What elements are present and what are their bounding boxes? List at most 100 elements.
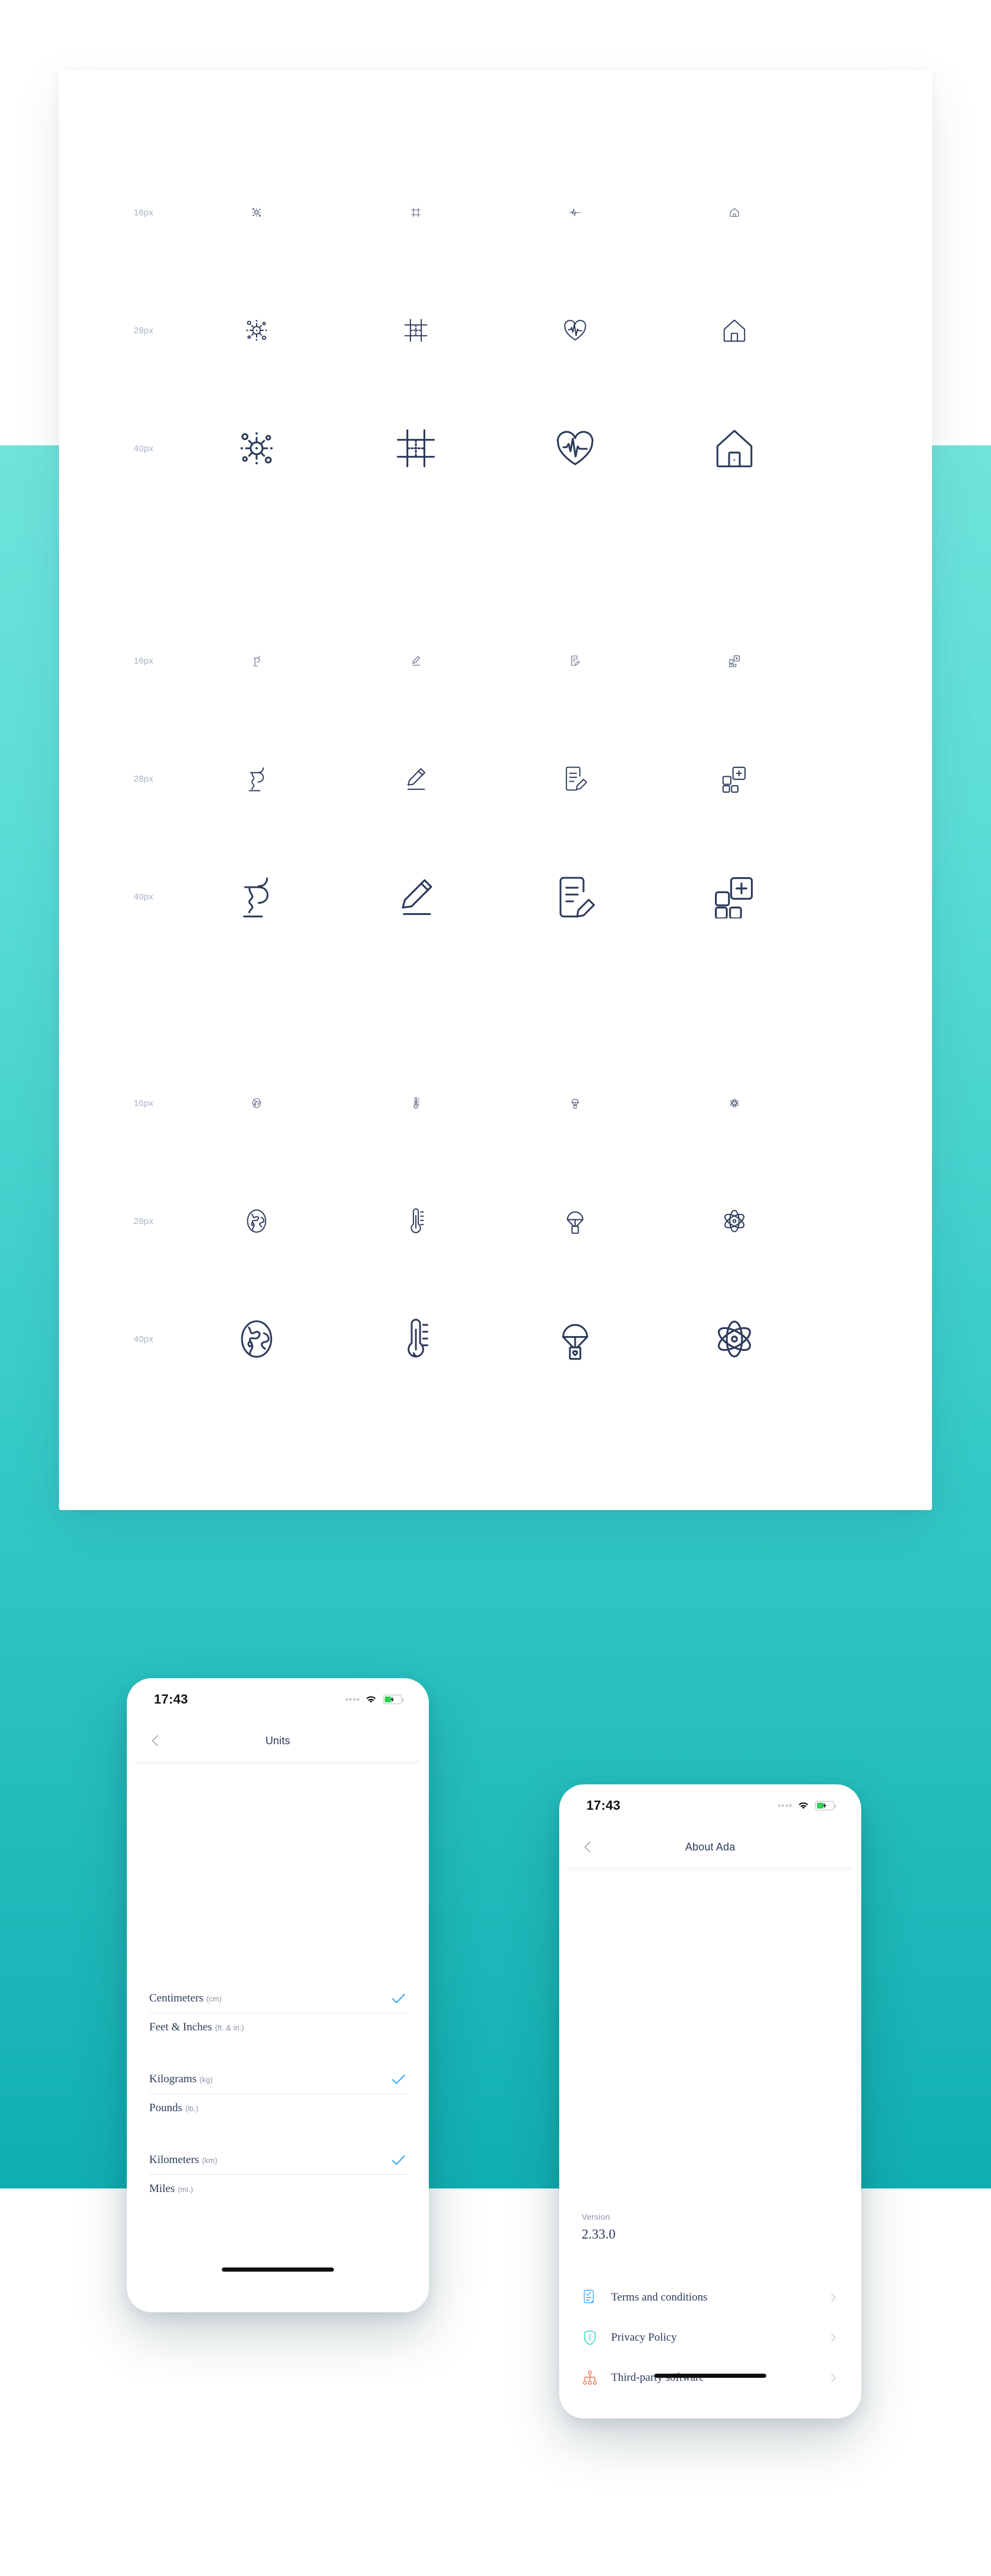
pulse-icon[interactable] — [496, 206, 655, 218]
virus-icon[interactable] — [177, 427, 336, 470]
unit-label-wrap: Pounds (lb.) — [149, 2102, 198, 2115]
unit-name: Kilometers — [149, 2154, 199, 2166]
icon-row-28px: 28px — [59, 271, 932, 389]
thermometer-icon[interactable] — [336, 1206, 496, 1236]
heart-pulse-icon[interactable] — [496, 427, 655, 470]
icon-row-16px: 16px — [59, 1044, 932, 1162]
unit-abbr: (mi.) — [178, 2185, 193, 2194]
grid-plus-icon[interactable] — [655, 875, 814, 918]
list-item[interactable]: Kilograms (kg) — [149, 2065, 406, 2093]
units-list: Centimeters (cm) Feet & Inches (ft. & in.) — [127, 1984, 429, 2227]
unit-label-wrap: Kilograms (kg) — [149, 2073, 213, 2086]
list-item[interactable]: Feet & Inches (ft. & in.) — [149, 2013, 406, 2042]
pharmacy-icon[interactable] — [177, 874, 336, 920]
page-title: About Ada — [685, 1840, 736, 1853]
list-item[interactable]: Centimeters (cm) — [149, 1984, 406, 2013]
home-icon[interactable] — [655, 427, 814, 470]
aid-parachute-icon[interactable] — [496, 1096, 655, 1110]
list-item[interactable]: Kilometers (km) — [149, 2146, 406, 2174]
menu-item-label: Terms and conditions — [611, 2291, 708, 2303]
icon-row-40px: 40px — [59, 389, 932, 507]
unit-name: Pounds — [149, 2102, 182, 2114]
status-indicators — [345, 1695, 404, 1704]
units-screen-body: Centimeters (cm) Feet & Inches (ft. & in.) — [127, 1767, 429, 2281]
home-indicator[interactable] — [654, 2374, 766, 2378]
status-time: 17:43 — [586, 1798, 621, 1813]
nav-divider-shadow — [567, 1867, 853, 1873]
chevron-left-icon[interactable] — [148, 1733, 163, 1748]
grid-plus-icon[interactable] — [655, 764, 814, 793]
unit-abbr: (km) — [202, 2156, 218, 2165]
unit-name: Centimeters — [149, 1992, 204, 2004]
status-indicators — [777, 1801, 836, 1810]
atom-icon[interactable] — [655, 1317, 814, 1361]
document-edit-icon[interactable] — [496, 764, 655, 793]
unit-abbr: (cm) — [206, 1994, 222, 2003]
size-label-40px: 40px — [133, 1334, 153, 1344]
unit-label-wrap: Feet & Inches (ft. & in.) — [149, 2021, 244, 2034]
atom-icon[interactable] — [655, 1207, 814, 1235]
crop-frame-grid-icon[interactable] — [336, 317, 496, 344]
pencil-icon[interactable] — [336, 764, 496, 793]
virus-icon[interactable] — [177, 206, 336, 218]
size-label-16px: 16px — [133, 655, 153, 666]
virus-icon[interactable] — [177, 317, 336, 344]
size-label-40px: 40px — [133, 443, 153, 454]
icon-row-16px: 16px — [59, 153, 932, 271]
document-check-icon — [583, 2289, 594, 2303]
hierarchy-icon — [583, 2370, 597, 2385]
pharmacy-icon[interactable] — [177, 654, 336, 667]
wifi-icon — [366, 1696, 376, 1703]
menu-item-privacy[interactable]: Privacy Policy — [582, 2318, 839, 2358]
thermometer-icon[interactable] — [336, 1316, 496, 1362]
menu-item-third-party[interactable]: Third-party software — [582, 2358, 839, 2398]
crop-frame-icon[interactable] — [336, 206, 496, 218]
document-edit-icon[interactable] — [496, 874, 655, 920]
icon-row-40px: 40px — [59, 1280, 932, 1398]
check-icon — [392, 2155, 405, 2165]
list-item[interactable]: Miles (mi.) — [149, 2175, 406, 2203]
grid-plus-icon[interactable] — [655, 654, 814, 667]
thermometer-icon[interactable] — [336, 1096, 496, 1110]
unit-name: Feet & Inches — [149, 2021, 212, 2033]
menu-item-label: Privacy Policy — [611, 2331, 677, 2344]
unit-group-weight: Kilograms (kg) Pounds (lb.) — [127, 2065, 429, 2122]
home-indicator[interactable] — [222, 2267, 334, 2272]
icon-row-16px: 16px — [59, 602, 932, 720]
pencil-icon[interactable] — [336, 875, 496, 918]
phone-about-ada: 17:43 About Ada Version 2.33.0 Terms and… — [559, 1784, 861, 2419]
chevron-right-icon — [831, 2293, 836, 2302]
home-icon[interactable] — [655, 206, 814, 218]
unit-abbr: (lb.) — [185, 2104, 199, 2113]
pharmacy-icon[interactable] — [177, 764, 336, 793]
size-label-28px: 28px — [133, 773, 153, 784]
home-icon[interactable] — [655, 317, 814, 344]
phone-units: 17:43 Units Centimeters (cm) Feet & Inch… — [127, 1678, 429, 2312]
globe-icon[interactable] — [177, 1206, 336, 1236]
icon-sheet-card: 16px 28px 40px 16px 28px 40px 16px 28px … — [59, 71, 932, 1510]
unit-group-height: Centimeters (cm) Feet & Inches (ft. & in.) — [127, 1984, 429, 2042]
list-item[interactable]: Pounds (lb.) — [149, 2094, 406, 2122]
pencil-icon[interactable] — [336, 654, 496, 667]
heart-pulse-icon[interactable] — [496, 317, 655, 344]
globe-icon[interactable] — [177, 1097, 336, 1110]
about-menu-list: Terms and conditions Privacy Policy Thir… — [559, 2278, 861, 2398]
aid-parachute-icon[interactable] — [496, 1316, 655, 1362]
signal-icon — [345, 1698, 359, 1701]
icon-row-28px: 28px — [59, 1162, 932, 1280]
icon-row-40px: 40px — [59, 838, 932, 956]
wifi-icon — [799, 1802, 808, 1809]
version-block: Version 2.33.0 — [582, 2212, 616, 2242]
chevron-left-icon[interactable] — [580, 1839, 596, 1855]
about-screen-body: Version 2.33.0 Terms and conditions Priv… — [559, 1873, 861, 2387]
globe-icon[interactable] — [177, 1316, 336, 1362]
aid-parachute-icon[interactable] — [496, 1206, 655, 1236]
menu-item-terms[interactable]: Terms and conditions — [582, 2278, 839, 2318]
unit-label-wrap: Centimeters (cm) — [149, 1992, 222, 2005]
status-bar: 17:43 — [127, 1678, 429, 1721]
icon-group-2: 16px 28px 40px — [59, 602, 932, 956]
document-edit-icon[interactable] — [496, 654, 655, 667]
crop-frame-grid-icon[interactable] — [336, 427, 496, 470]
atom-icon[interactable] — [655, 1097, 814, 1109]
status-time: 17:43 — [154, 1692, 188, 1707]
